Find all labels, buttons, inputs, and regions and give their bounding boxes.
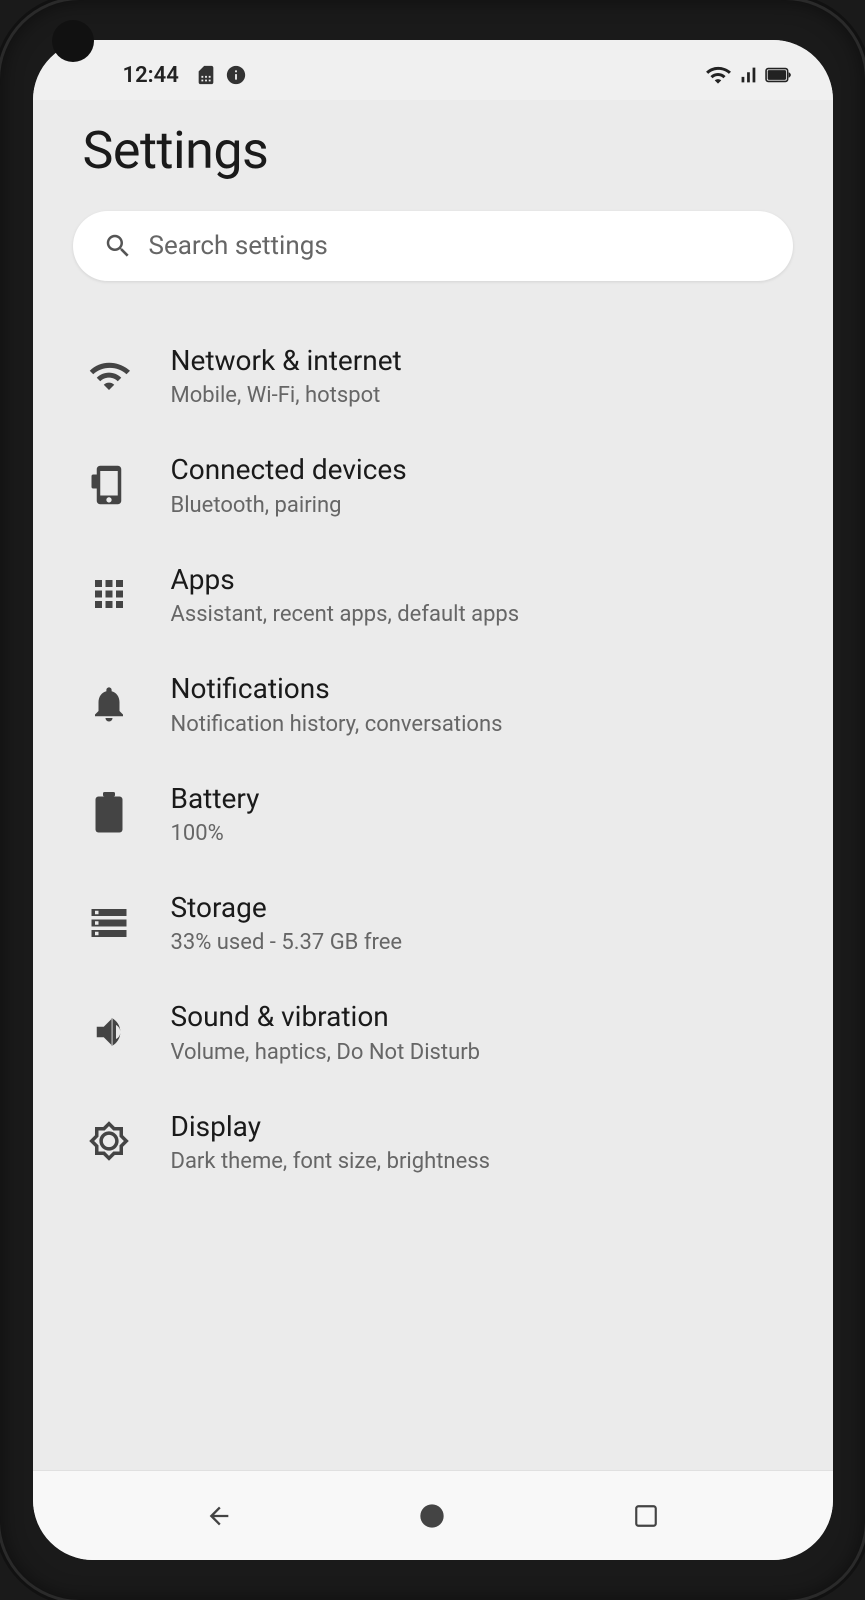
- search-icon: [103, 231, 133, 261]
- recents-button[interactable]: [611, 1491, 681, 1541]
- battery-text: Battery 100%: [171, 781, 783, 846]
- back-button[interactable]: [184, 1491, 254, 1541]
- status-icons: [705, 62, 793, 88]
- sound-subtitle: Volume, haptics, Do Not Disturb: [171, 1040, 783, 1065]
- notifications-title: Notifications: [171, 671, 783, 707]
- settings-item-notifications[interactable]: Notifications Notification history, conv…: [33, 649, 833, 758]
- settings-list: Network & internet Mobile, Wi-Fi, hotspo…: [33, 311, 833, 1206]
- data-saver-icon: [225, 64, 247, 86]
- settings-item-storage[interactable]: Storage 33% used - 5.37 GB free: [33, 868, 833, 977]
- sim-card-icon: [195, 64, 217, 86]
- settings-item-display[interactable]: Display Dark theme, font size, brightnes…: [33, 1087, 833, 1196]
- status-left: 12:44: [73, 63, 247, 88]
- display-icon: [83, 1115, 135, 1167]
- settings-item-apps[interactable]: Apps Assistant, recent apps, default app…: [33, 540, 833, 649]
- notifications-text: Notifications Notification history, conv…: [171, 671, 783, 736]
- search-input-placeholder[interactable]: Search settings: [149, 231, 763, 261]
- nav-bar: [33, 1470, 833, 1560]
- storage-text: Storage 33% used - 5.37 GB free: [171, 890, 783, 955]
- settings-item-battery[interactable]: Battery 100%: [33, 759, 833, 868]
- page-title: Settings: [33, 100, 833, 211]
- display-title: Display: [171, 1109, 783, 1145]
- connected-devices-title: Connected devices: [171, 452, 783, 488]
- phone-screen: 12:44 Settings: [33, 40, 833, 1560]
- apps-text: Apps Assistant, recent apps, default app…: [171, 562, 783, 627]
- display-subtitle: Dark theme, font size, brightness: [171, 1149, 783, 1174]
- notifications-subtitle: Notification history, conversations: [171, 712, 783, 737]
- settings-item-connected-devices[interactable]: Connected devices Bluetooth, pairing: [33, 430, 833, 539]
- search-bar[interactable]: Search settings: [73, 211, 793, 281]
- notifications-icon: [83, 678, 135, 730]
- network-subtitle: Mobile, Wi-Fi, hotspot: [171, 383, 783, 408]
- wifi-settings-icon: [83, 350, 135, 402]
- camera-notch: [52, 20, 94, 62]
- settings-item-sound[interactable]: Sound & vibration Volume, haptics, Do No…: [33, 977, 833, 1086]
- content-area: Settings Search settings: [33, 100, 833, 1470]
- battery-subtitle: 100%: [171, 821, 783, 846]
- battery-settings-icon: [83, 787, 135, 839]
- network-text: Network & internet Mobile, Wi-Fi, hotspo…: [171, 343, 783, 408]
- connected-devices-icon: [83, 459, 135, 511]
- search-container: Search settings: [33, 211, 833, 311]
- clock: 12:44: [123, 63, 179, 88]
- sound-text: Sound & vibration Volume, haptics, Do No…: [171, 999, 783, 1064]
- storage-title: Storage: [171, 890, 783, 926]
- status-bar: 12:44: [33, 40, 833, 100]
- storage-subtitle: 33% used - 5.37 GB free: [171, 930, 783, 955]
- battery-title: Battery: [171, 781, 783, 817]
- battery-icon: [765, 64, 793, 86]
- settings-item-network[interactable]: Network & internet Mobile, Wi-Fi, hotspo…: [33, 321, 833, 430]
- sound-icon: [83, 1006, 135, 1058]
- phone-frame: 12:44 Settings: [0, 0, 865, 1600]
- connected-devices-subtitle: Bluetooth, pairing: [171, 493, 783, 518]
- connected-devices-text: Connected devices Bluetooth, pairing: [171, 452, 783, 517]
- sound-title: Sound & vibration: [171, 999, 783, 1035]
- display-text: Display Dark theme, font size, brightnes…: [171, 1109, 783, 1174]
- apps-subtitle: Assistant, recent apps, default apps: [171, 602, 783, 627]
- apps-icon: [83, 568, 135, 620]
- network-title: Network & internet: [171, 343, 783, 379]
- signal-icon: [737, 64, 759, 86]
- wifi-icon: [705, 62, 731, 88]
- home-button[interactable]: [397, 1491, 467, 1541]
- apps-title: Apps: [171, 562, 783, 598]
- storage-icon: [83, 897, 135, 949]
